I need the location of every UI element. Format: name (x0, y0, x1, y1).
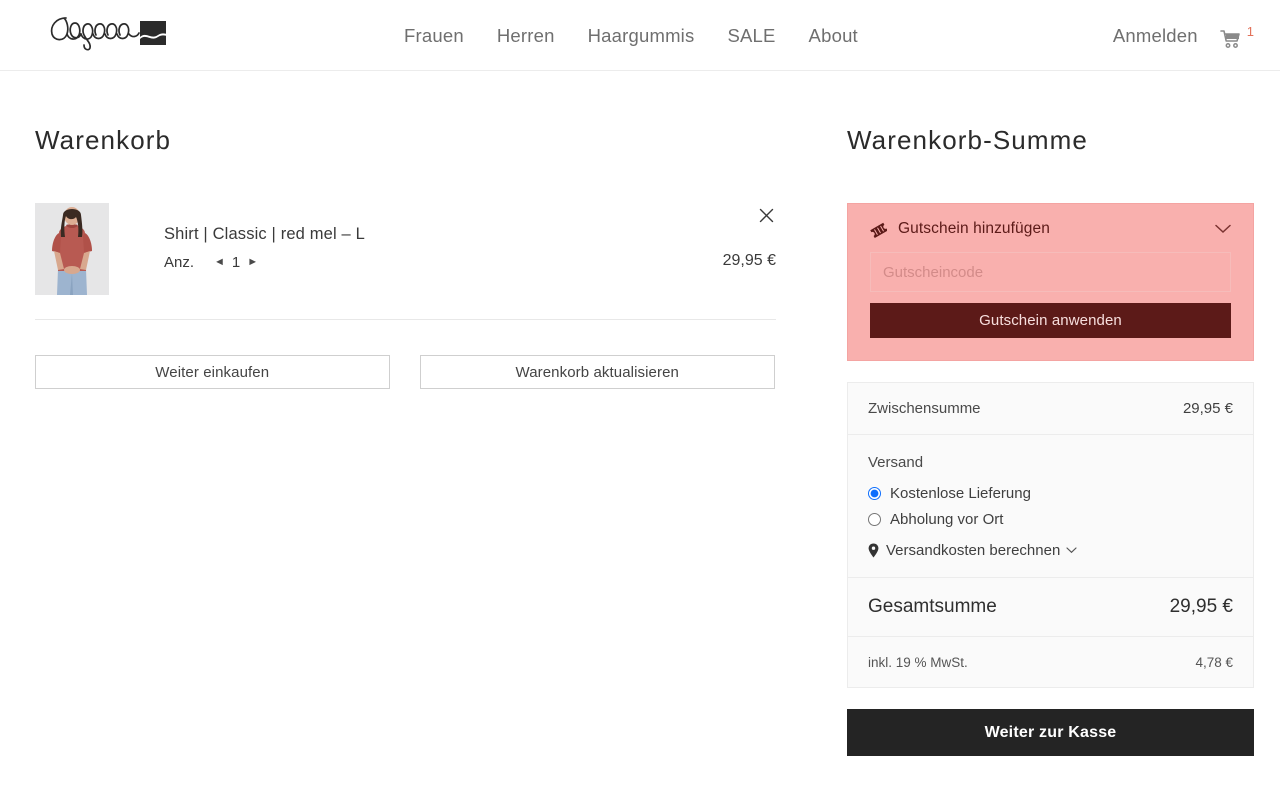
signin-link[interactable]: Anmelden (1113, 25, 1198, 47)
coupon-tag-icon (870, 222, 887, 238)
grand-total-label: Gesamtsumme (868, 596, 997, 617)
quantity-decrease-button[interactable]: ◄ (210, 257, 229, 268)
cart-widget[interactable]: 1 (1219, 23, 1254, 49)
main-navigation: Frauen Herren Haargummis SALE About (404, 0, 858, 71)
shipping-option-free-label: Kostenlose Lieferung (890, 485, 1031, 502)
cart-item-row: Shirt | Classic | red mel – L Anz. ◄ 1 ►… (35, 203, 776, 320)
shipping-section: Versand Kostenlose Lieferung Abholung vo… (848, 435, 1253, 578)
site-header: Frauen Herren Haargummis SALE About Anme… (0, 0, 1280, 71)
continue-shopping-button[interactable]: Weiter einkaufen (35, 355, 390, 389)
shipping-option-pickup[interactable]: Abholung vor Ort (868, 511, 1233, 528)
header-actions: Anmelden 1 (1113, 0, 1254, 71)
shipping-option-free[interactable]: Kostenlose Lieferung (868, 485, 1233, 502)
coupon-panel-title: Gutschein hinzufügen (898, 220, 1050, 237)
subtotal-value: 29,95 € (1182, 400, 1233, 417)
shipping-radio-free[interactable] (868, 487, 881, 500)
cart-count-badge: 1 (1246, 23, 1254, 39)
subtotal-label: Zwischensumme (868, 400, 981, 417)
update-cart-button[interactable]: Warenkorb aktualisieren (419, 355, 775, 389)
nav-item-sale[interactable]: SALE (727, 25, 775, 47)
shopping-cart-icon (1219, 29, 1240, 48)
coupon-code-input[interactable] (870, 252, 1231, 292)
close-icon (759, 208, 773, 222)
shipping-option-pickup-label: Abholung vor Ort (890, 511, 1004, 528)
shipping-label: Versand (868, 454, 924, 471)
tax-value: 4,78 € (1195, 654, 1233, 670)
coupon-panel: Gutschein hinzufügen Gutschein anwenden (847, 203, 1254, 361)
quantity-increase-button[interactable]: ► (243, 257, 262, 268)
checkout-button[interactable]: Weiter zur Kasse (847, 709, 1254, 756)
location-pin-icon (868, 543, 879, 558)
chevron-down-icon (1066, 547, 1077, 554)
degree-logo-icon (50, 17, 166, 51)
page-body: Warenkorb Shirt | Classic | red mel – L … (0, 71, 1280, 786)
totals-table: Zwischensumme 29,95 € Versand Kostenlose… (847, 382, 1254, 688)
calculate-shipping-toggle[interactable]: Versandkosten berechnen (868, 542, 1233, 559)
quantity-stepper: Anz. ◄ 1 ► (164, 254, 365, 271)
cart-page-title: Warenkorb (35, 125, 172, 155)
tax-row: inkl. 19 % MwSt. 4,78 € (848, 637, 1253, 687)
product-image (35, 203, 109, 295)
coupon-toggle[interactable]: Gutschein hinzufügen (870, 220, 1231, 252)
calculate-shipping-label: Versandkosten berechnen (886, 542, 1061, 559)
remove-item-button[interactable] (754, 203, 778, 227)
quantity-value[interactable]: 1 (229, 254, 243, 271)
cart-item-details: Shirt | Classic | red mel – L Anz. ◄ 1 ► (164, 203, 365, 271)
site-logo[interactable] (46, 6, 166, 56)
product-thumbnail[interactable] (35, 203, 109, 295)
cart-section: Warenkorb Shirt | Classic | red mel – L … (35, 125, 776, 389)
cart-totals-title: Warenkorb-Summe (847, 125, 1088, 155)
grand-total-value: 29,95 € (1169, 596, 1233, 617)
product-name-link[interactable]: Shirt | Classic | red mel – L (164, 225, 365, 243)
nav-item-herren[interactable]: Herren (497, 25, 555, 47)
grand-total-row: Gesamtsumme 29,95 € (848, 578, 1253, 637)
subtotal-row: Zwischensumme 29,95 € (848, 383, 1253, 435)
cart-action-buttons: Weiter einkaufen Warenkorb aktualisieren (35, 355, 775, 389)
nav-item-frauen[interactable]: Frauen (404, 25, 464, 47)
tax-label: inkl. 19 % MwSt. (868, 654, 968, 670)
nav-item-about[interactable]: About (809, 25, 858, 47)
quantity-label: Anz. (164, 254, 195, 271)
chevron-down-icon (1215, 224, 1231, 234)
shipping-radio-pickup[interactable] (868, 513, 881, 526)
apply-coupon-button[interactable]: Gutschein anwenden (870, 303, 1231, 338)
nav-item-haargummis[interactable]: Haargummis (588, 25, 695, 47)
product-price: 29,95 € (722, 252, 776, 269)
cart-totals-section: Warenkorb-Summe Gutschein hinzufügen Gut… (847, 125, 1254, 756)
